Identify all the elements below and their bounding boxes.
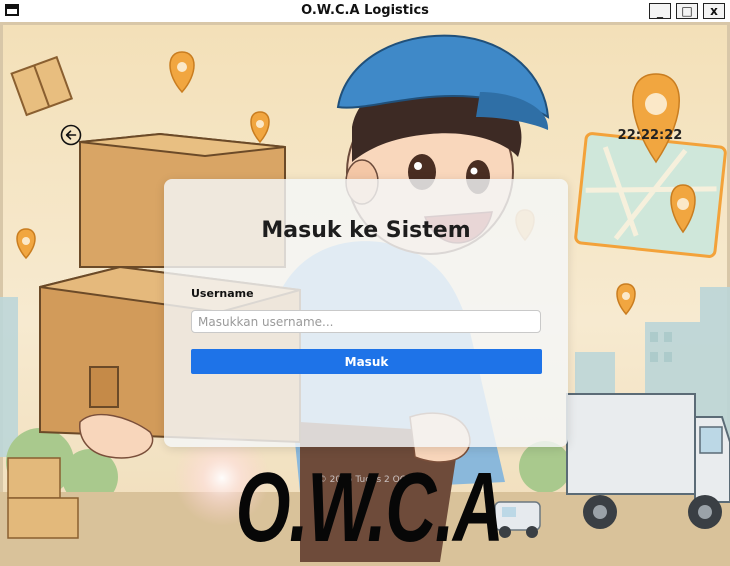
title-bar: O.W.C.A Logistics _ □ x [0, 0, 730, 23]
brand-logo: O.W.C.A [235, 452, 504, 562]
app-window: O.W.C.A Logistics _ □ x 22:22:22 Masuk k… [0, 0, 730, 566]
login-title: Masuk ke Sistem [261, 218, 471, 243]
login-panel: Masuk ke Sistem Username Masuk [164, 179, 568, 447]
login-screen: 22:22:22 Masuk ke Sistem Username Masuk … [0, 22, 730, 566]
clock-display: 22:22:22 [617, 128, 683, 143]
back-button[interactable] [60, 124, 82, 146]
username-input[interactable] [191, 310, 541, 333]
window-title: O.W.C.A Logistics [301, 3, 429, 18]
username-label: Username [191, 287, 254, 300]
login-button[interactable]: Masuk [191, 349, 542, 374]
minimize-button[interactable]: _ [649, 3, 671, 19]
maximize-button[interactable]: □ [676, 3, 698, 19]
close-button[interactable]: x [703, 3, 725, 19]
back-arrow-circle-icon [60, 124, 82, 146]
